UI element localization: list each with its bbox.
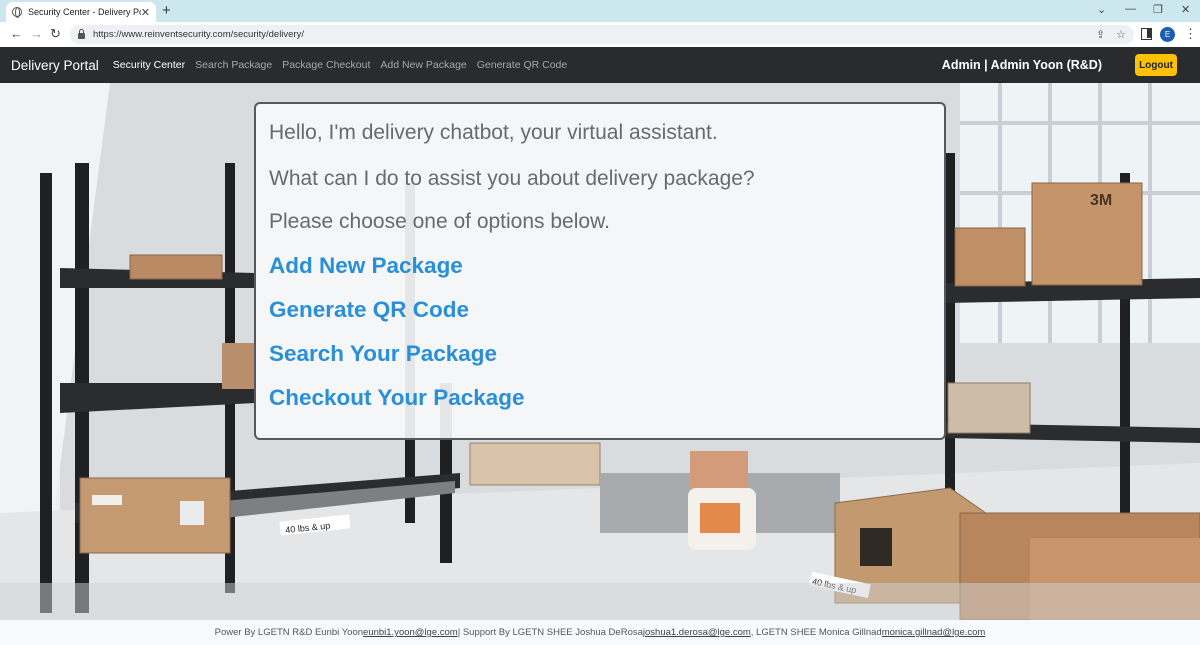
footer-email-derosa[interactable]: joshua1.derosa@lge.com	[643, 627, 751, 638]
logout-button[interactable]: Logout	[1135, 54, 1177, 76]
current-user-label: Admin | Admin Yoon (R&D)	[941, 58, 1102, 72]
tab-search-icon[interactable]: ⌄	[1097, 3, 1106, 16]
chatbot-panel: Hello, I'm delivery chatbot, your virtua…	[254, 102, 946, 440]
back-arrow-icon[interactable]: ←	[10, 26, 23, 41]
footer-email-yoon[interactable]: eunbi1.yoon@lge.com	[363, 627, 458, 638]
option-checkout-your-package[interactable]: Checkout Your Package	[269, 386, 944, 410]
nav-search-package[interactable]: Search Package	[195, 59, 272, 71]
footer-credit-2: | Support By LGETN SHEE Joshua DeRosa	[457, 627, 643, 638]
footer-credit-1: Power By LGETN R&D Eunbi Yoon	[214, 627, 364, 638]
browser-toolbar: ← → ↻ https://www.reinventsecurity.com/s…	[0, 22, 1200, 47]
chatbot-greeting: Hello, I'm delivery chatbot, your virtua…	[269, 121, 718, 144]
option-add-new-package[interactable]: Add New Package	[269, 254, 944, 278]
footer-email-gillnad[interactable]: monica.gillnad@lge.com	[882, 627, 986, 638]
chatbot-instruction: Please choose one of options below.	[269, 210, 610, 233]
bookmark-star-icon[interactable]: ☆	[1116, 28, 1126, 41]
new-tab-button[interactable]: +	[162, 2, 171, 19]
address-bar[interactable]: https://www.reinventsecurity.com/securit…	[70, 25, 1134, 44]
side-panel-icon[interactable]	[1141, 28, 1152, 40]
globe-icon	[12, 7, 22, 18]
browser-tab-strip: Security Center - Delivery Portal ✕ + ⌄ …	[0, 0, 1200, 22]
footer-credit-3: , LGETN SHEE Monica Gillnad	[750, 627, 882, 638]
url-text: https://www.reinventsecurity.com/securit…	[93, 29, 305, 40]
page-footer: Power By LGETN R&D Eunbi Yoon eunbi1.yoo…	[0, 620, 1200, 645]
nav-generate-qr-code[interactable]: Generate QR Code	[477, 59, 567, 71]
nav-security-center[interactable]: Security Center	[113, 59, 185, 71]
share-icon[interactable]: ⇪	[1096, 28, 1105, 41]
brand-link[interactable]: Delivery Portal	[11, 58, 99, 73]
option-search-your-package[interactable]: Search Your Package	[269, 342, 944, 366]
chatbot-question: What can I do to assist you about delive…	[269, 167, 755, 190]
reload-icon[interactable]: ↻	[50, 26, 61, 42]
close-window-icon[interactable]: ✕	[1181, 3, 1190, 16]
app-navbar: Delivery Portal Security Center Search P…	[0, 47, 1200, 83]
lock-icon	[78, 28, 85, 39]
nav-add-new-package[interactable]: Add New Package	[380, 59, 466, 71]
nav-package-checkout[interactable]: Package Checkout	[282, 59, 370, 71]
option-generate-qr-code[interactable]: Generate QR Code	[269, 298, 944, 322]
minimize-icon[interactable]: —	[1125, 3, 1136, 15]
box-brand-text: 3M	[1090, 192, 1112, 209]
browser-menu-icon[interactable]: ⋮	[1184, 26, 1197, 42]
tab-close-icon[interactable]: ✕	[141, 6, 150, 19]
forward-arrow-icon[interactable]: →	[30, 26, 43, 41]
browser-tab[interactable]: Security Center - Delivery Portal ✕	[6, 2, 156, 22]
maximize-icon[interactable]: ❐	[1153, 3, 1163, 16]
profile-avatar[interactable]: E	[1160, 27, 1175, 42]
tab-title: Security Center - Delivery Portal	[28, 7, 141, 17]
